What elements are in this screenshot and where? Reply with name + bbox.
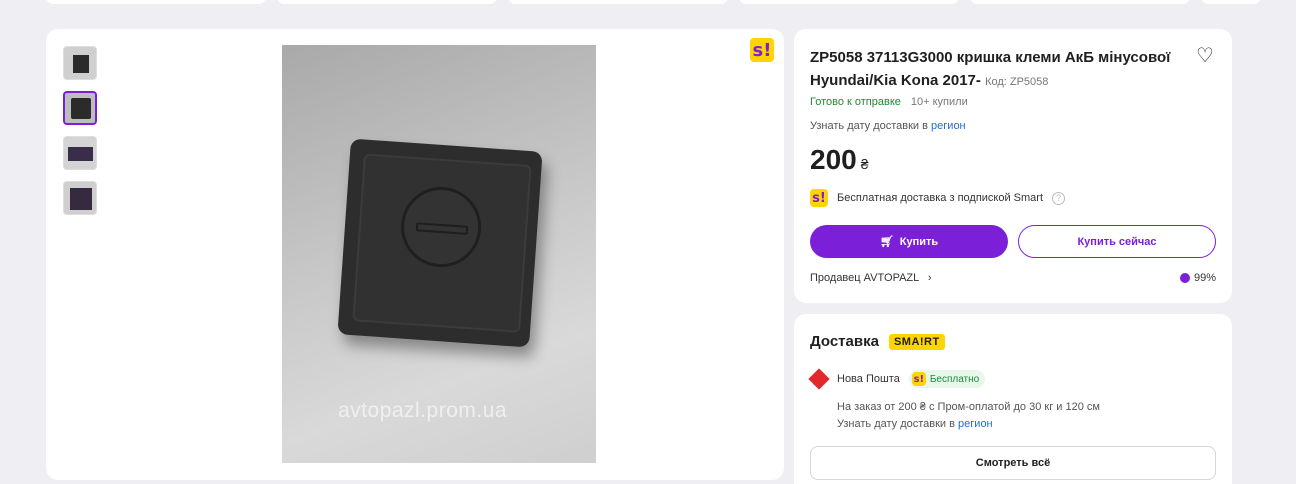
delivery-card: Доставка SMA!RT Нова Пошта s! Бесплатно … (794, 314, 1232, 484)
cart-icon: 🛒︎ (879, 236, 894, 248)
smart-icon: s! (810, 189, 828, 207)
region-link[interactable]: регион (958, 418, 993, 430)
delivery-date-text: Узнать дату доставки в (810, 120, 928, 132)
buy-button[interactable]: 🛒︎ Купить (810, 225, 1008, 258)
delivery-date-info: Узнать дату доставки в регион (810, 120, 966, 132)
buy-button-label: Купить (899, 235, 939, 248)
seller-name: Продавец AVTOPAZL (810, 272, 919, 284)
thumbnail-active[interactable] (63, 91, 97, 125)
chevron-right-icon: › (927, 272, 932, 284)
thumbnail[interactable] (63, 46, 97, 80)
thumbnail[interactable] (63, 136, 97, 170)
delivery-conditions: На заказ от 200 ₴ с Пром-оплатой до 30 к… (837, 399, 1100, 433)
delivery-date-text: Узнать дату доставки в (837, 418, 955, 430)
product-code: Код: ZP5058 (985, 76, 1049, 88)
nova-poshta-icon (808, 368, 830, 390)
buy-now-button[interactable]: Купить сейчас (1018, 225, 1216, 258)
product-image (337, 138, 543, 348)
seller-link[interactable]: Продавец AVTOPAZL › (810, 272, 932, 284)
product-gallery: avtopazl.prom.ua s! (46, 29, 784, 480)
carrier-name: Нова Пошта (837, 373, 900, 385)
favorite-heart-icon[interactable]: ♡ (1196, 45, 1216, 65)
bought-count: 10+ купили (910, 96, 968, 108)
thumbnail-list (63, 46, 97, 226)
smart-icon: s! (911, 372, 926, 386)
stock-status: Готово к отправке (810, 96, 901, 108)
rating-icon (1179, 273, 1190, 283)
main-product-photo[interactable]: avtopazl.prom.ua (282, 45, 596, 463)
top-card (277, 0, 497, 4)
top-card (970, 0, 1190, 4)
photo-watermark: avtopazl.prom.ua (338, 399, 508, 422)
smart-free-delivery: s! Бесплатная доставка з подпиской Smart… (810, 189, 1066, 207)
free-badge: s! Бесплатно (908, 370, 986, 388)
see-all-button[interactable]: Смотреть всё (810, 446, 1216, 480)
smart-free-text: Бесплатная доставка з подпиской Smart (837, 192, 1044, 204)
region-link[interactable]: регион (931, 120, 966, 132)
price: 200 ₴ (810, 144, 869, 176)
top-card (1201, 0, 1261, 4)
top-card (46, 0, 266, 4)
currency: ₴ (860, 156, 869, 172)
delivery-condition-text: На заказ от 200 ₴ с Пром-оплатой до 30 к… (837, 401, 1100, 413)
seller-rating: 99% (1179, 272, 1216, 284)
top-card (508, 0, 728, 4)
thumbnail[interactable] (63, 181, 97, 215)
product-title: ZP5058 37113G3000 кришка клеми АкБ мінус… (810, 46, 1190, 94)
smart-logo: SMA!RT (888, 333, 945, 350)
product-info-card: ZP5058 37113G3000 кришка клеми АкБ мінус… (794, 29, 1232, 303)
top-card (739, 0, 959, 4)
help-icon[interactable]: ? (1052, 191, 1066, 205)
free-label: Бесплатно (929, 373, 980, 385)
nova-poshta-option: Нова Пошта s! Бесплатно (808, 368, 986, 390)
rating-value: 99% (1193, 272, 1216, 284)
smart-badge-icon: s! (750, 38, 774, 62)
price-value: 200 (810, 144, 857, 175)
stock-info: Готово к отправке 10+ купили (810, 96, 968, 108)
delivery-title-text: Доставка (810, 333, 879, 350)
delivery-title: Доставка SMA!RT (810, 333, 945, 350)
